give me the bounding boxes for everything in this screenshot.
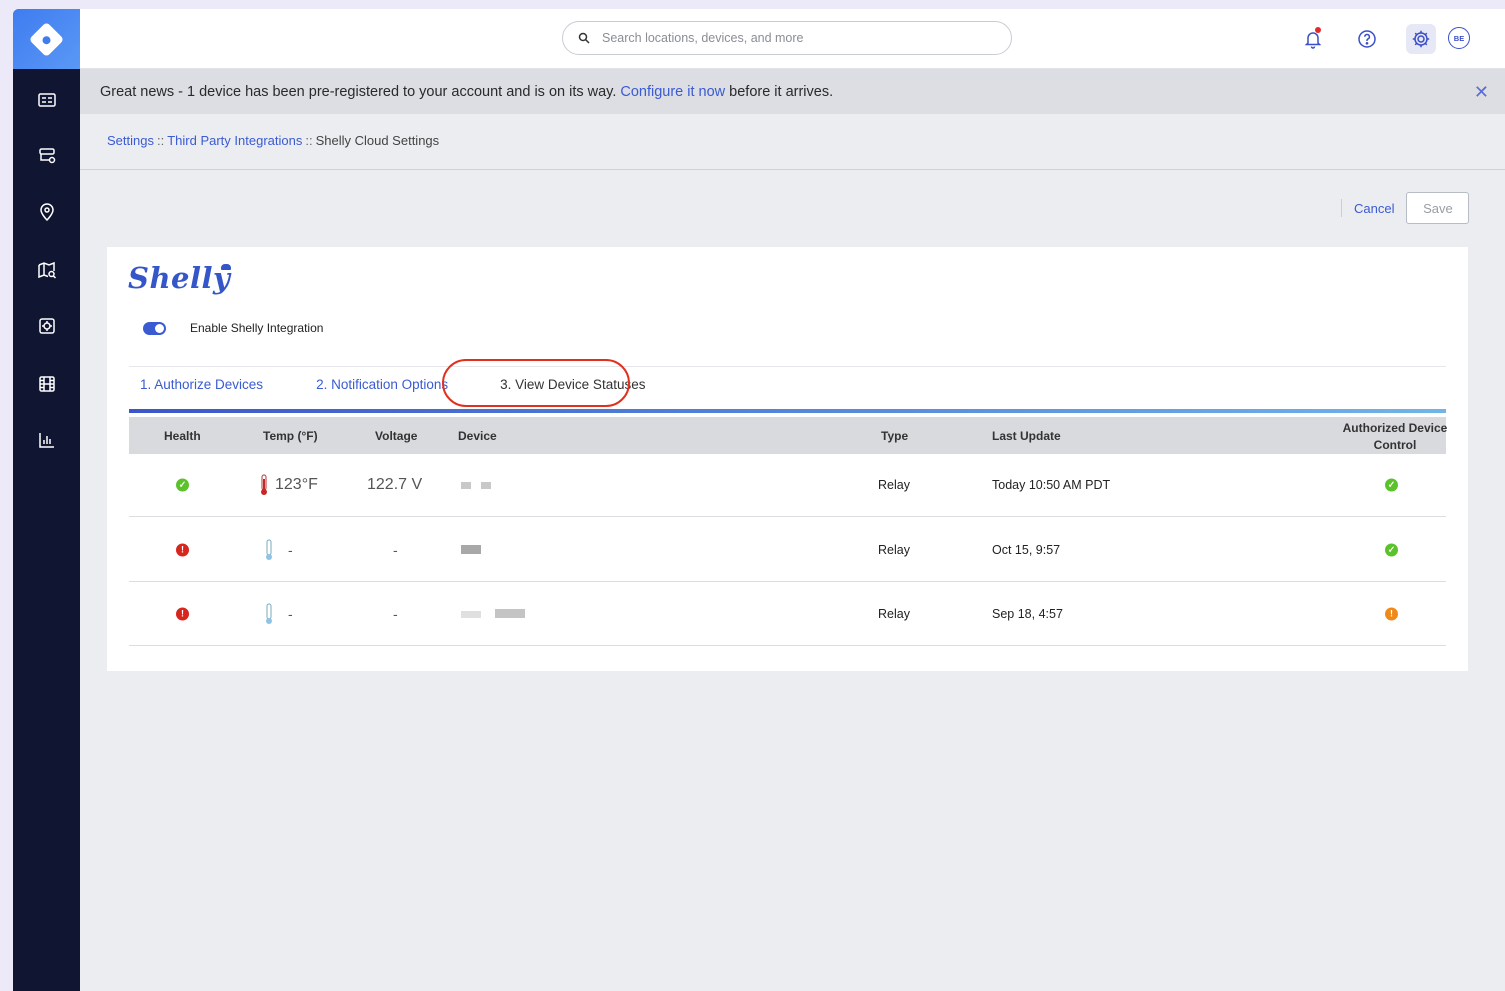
app-logo[interactable] xyxy=(13,9,80,69)
tab-notification-options[interactable]: 2. Notification Options xyxy=(305,377,459,392)
sidebar-item-reports[interactable] xyxy=(13,420,80,460)
notifications-button[interactable] xyxy=(1298,24,1328,54)
shield-gear-icon xyxy=(38,318,55,334)
table-row[interactable]: ✓ 123°F 122.7 V Relay Today 10:50 AM PDT… xyxy=(129,454,1446,517)
voltage-value: - xyxy=(393,605,398,622)
help-icon xyxy=(1358,30,1376,48)
header-temp: Temp (°F) xyxy=(263,429,318,443)
device-name-redacted xyxy=(461,478,495,492)
control-ok-icon: ✓ xyxy=(1385,478,1398,492)
temp-value: - xyxy=(288,541,293,558)
info-banner: Great news - 1 device has been pre-regis… xyxy=(80,69,1505,114)
devices-icon xyxy=(38,148,55,164)
voltage-value: 122.7 V xyxy=(367,476,423,493)
header-control: Authorized Device Control xyxy=(1342,421,1448,452)
search-icon xyxy=(578,32,590,44)
search-box[interactable] xyxy=(562,21,1012,55)
breadcrumb-separator: :: xyxy=(156,133,165,148)
actions-divider xyxy=(1341,199,1342,217)
enable-integration-row: Enable Shelly Integration xyxy=(143,321,323,335)
table-row[interactable]: ! - - Relay Sep 18, 4:57 ! xyxy=(129,582,1446,646)
integration-card: Shelly Enable Shelly Integration 1. Auth… xyxy=(107,247,1468,671)
help-button[interactable] xyxy=(1352,24,1382,54)
table-row[interactable]: ! - - Relay Oct 15, 9:57 ✓ xyxy=(129,518,1446,582)
banner-text: Great news - 1 device has been pre-regis… xyxy=(100,83,617,100)
sidebar xyxy=(13,9,80,991)
shelly-logo: Shelly xyxy=(128,261,231,295)
health-error-icon: ! xyxy=(176,543,189,556)
breadcrumb-current: Shelly Cloud Settings xyxy=(315,133,440,148)
save-button[interactable]: Save xyxy=(1406,192,1470,224)
map-pin-icon xyxy=(39,203,54,222)
breadcrumb-settings[interactable]: Settings xyxy=(107,133,154,148)
form-actions: Cancel Save xyxy=(1341,192,1470,224)
app-window: BE Great news - 1 device has been pre-re… xyxy=(13,9,1505,991)
header-type: Type xyxy=(881,429,909,443)
sidebar-item-map-search[interactable] xyxy=(13,250,80,290)
header-last-update: Last Update xyxy=(992,429,1061,443)
bar-chart-icon xyxy=(38,433,54,448)
breadcrumb: Settings:: Third Party Integrations:: Shel… xyxy=(107,133,439,148)
banner-text-after: before it arrives. xyxy=(729,83,834,100)
diamond-logo-icon xyxy=(28,21,65,57)
type-value: Relay xyxy=(878,542,910,557)
map-search-icon xyxy=(37,261,56,279)
last-update-value: Sep 18, 4:57 xyxy=(992,606,1063,621)
notification-dot xyxy=(1315,27,1321,33)
sidebar-item-security[interactable] xyxy=(13,306,80,346)
dashboard-icon xyxy=(37,93,56,107)
temp-value: - xyxy=(288,605,293,622)
cancel-button[interactable]: Cancel xyxy=(1354,201,1394,216)
top-bar: BE xyxy=(80,9,1505,69)
voltage-value: - xyxy=(393,541,398,558)
sidebar-item-dashboard[interactable] xyxy=(13,80,80,120)
enable-integration-label: Enable Shelly Integration xyxy=(190,321,324,335)
breadcrumb-third-party[interactable]: Third Party Integrations xyxy=(167,133,302,148)
thermometer-hot-icon xyxy=(261,474,267,495)
settings-button[interactable] xyxy=(1406,24,1436,54)
temp-value: 123°F xyxy=(275,476,318,493)
last-update-value: Oct 15, 9:57 xyxy=(992,542,1061,557)
health-error-icon: ! xyxy=(176,607,189,620)
header-voltage: Voltage xyxy=(375,429,418,443)
type-value: Relay xyxy=(878,478,910,492)
banner-close-icon[interactable]: ✕ xyxy=(1474,82,1489,103)
header-health: Health xyxy=(164,429,201,443)
tab-authorize-devices[interactable]: 1. Authorize Devices xyxy=(129,377,274,392)
divider xyxy=(80,169,1505,170)
control-ok-icon: ✓ xyxy=(1385,543,1398,556)
header-device: Device xyxy=(458,429,497,443)
user-avatar[interactable]: BE xyxy=(1448,27,1470,49)
tab-underline xyxy=(129,409,1446,413)
device-name-redacted xyxy=(461,543,485,557)
search-input[interactable] xyxy=(602,31,982,45)
gear-icon xyxy=(1412,30,1430,48)
tabs-border xyxy=(129,366,1446,367)
film-icon xyxy=(38,376,55,392)
sidebar-item-locations[interactable] xyxy=(13,192,80,232)
breadcrumb-separator: :: xyxy=(305,133,313,148)
configure-link[interactable]: Configure it now xyxy=(620,84,725,100)
device-name-redacted xyxy=(461,607,529,621)
cloud-icon xyxy=(221,264,231,270)
sidebar-item-devices[interactable] xyxy=(13,136,80,176)
thermometer-cold-icon xyxy=(266,539,272,560)
health-ok-icon: ✓ xyxy=(176,478,189,492)
type-value: Relay xyxy=(878,606,910,621)
thermometer-cold-icon xyxy=(266,603,272,624)
tab-highlight-annotation xyxy=(442,359,630,407)
enable-integration-toggle[interactable] xyxy=(143,321,166,335)
sidebar-item-media[interactable] xyxy=(13,364,80,404)
table-header: Health Temp (°F) Voltage Device Type Las… xyxy=(129,417,1447,454)
control-warning-icon: ! xyxy=(1385,607,1398,620)
last-update-value: Today 10:50 AM PDT xyxy=(992,478,1111,492)
